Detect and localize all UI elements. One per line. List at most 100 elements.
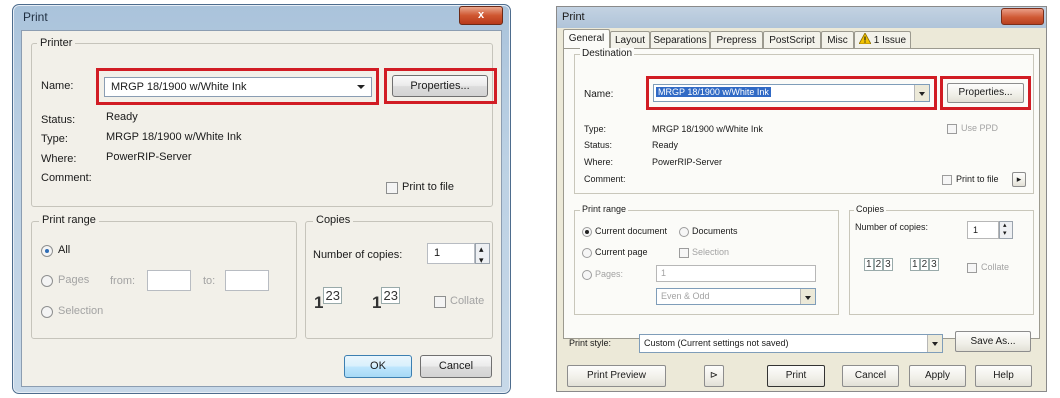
status-label: Status: bbox=[584, 140, 613, 150]
print-preview-button-label: Print Preview bbox=[587, 370, 646, 381]
copies-spinner[interactable]: ▴ ▾ bbox=[999, 221, 1013, 239]
selection-label: Selection bbox=[692, 247, 730, 257]
print-button[interactable]: Print bbox=[767, 365, 825, 387]
preview-toggle-button[interactable]: ⊳ bbox=[704, 365, 724, 387]
properties-button[interactable]: Properties... bbox=[392, 75, 488, 97]
cancel-button-label: Cancel bbox=[854, 370, 887, 381]
help-button-label: Help bbox=[993, 370, 1014, 381]
where-label: Where: bbox=[41, 153, 77, 165]
print-button-label: Print bbox=[785, 370, 807, 381]
to-page-input[interactable] bbox=[225, 270, 269, 291]
copies-value: 1 bbox=[973, 225, 979, 235]
print-preview-button[interactable]: Print Preview bbox=[567, 365, 666, 387]
selection-label: Selection bbox=[58, 305, 104, 317]
dialog-title: Print bbox=[562, 11, 585, 23]
properties-button[interactable]: Properties... bbox=[947, 83, 1024, 103]
pages-radio[interactable] bbox=[582, 270, 592, 280]
copies-input[interactable]: 1 bbox=[967, 221, 999, 239]
where-value: PowerRIP-Server bbox=[652, 157, 723, 167]
pages-label: Pages: bbox=[595, 269, 624, 279]
arrow-right-icon: ▸ bbox=[1016, 174, 1022, 184]
status-value: Ready bbox=[106, 111, 138, 123]
copies-input[interactable]: 1 bbox=[427, 243, 475, 264]
dropdown-arrow-icon bbox=[357, 85, 365, 89]
copies-value: 1 bbox=[434, 247, 441, 259]
printer-name-value: MRGP 18/1900 w/White Ink bbox=[656, 87, 771, 97]
cancel-button-label: Cancel bbox=[438, 360, 474, 372]
printer-name-select[interactable]: MRGP 18/1900 w/White Ink bbox=[104, 77, 372, 97]
pages-radio[interactable] bbox=[41, 275, 53, 287]
pages-value: 1 bbox=[661, 268, 667, 278]
all-radio[interactable] bbox=[41, 245, 53, 257]
comment-label: Comment: bbox=[584, 174, 626, 184]
print-range-label: Print range bbox=[39, 214, 99, 226]
number-of-copies-label: Number of copies: bbox=[855, 222, 929, 232]
cancel-button[interactable]: Cancel bbox=[842, 365, 899, 387]
type-value: MRGP 18/1900 w/White Ink bbox=[652, 124, 763, 134]
use-ppd-checkbox[interactable] bbox=[947, 124, 957, 134]
comment-label: Comment: bbox=[41, 172, 92, 184]
print-to-file-label: Print to file bbox=[956, 174, 999, 184]
copies-label: Copies bbox=[313, 214, 354, 226]
collate-pages-icon: 123 bbox=[372, 287, 400, 312]
collate-pages-icon: 123 bbox=[314, 287, 342, 312]
printer-name-select[interactable]: MRGP 18/1900 w/White Ink bbox=[653, 84, 930, 102]
current-page-label: Current page bbox=[595, 247, 648, 257]
spin-arrows-icon: ▴ ▾ bbox=[479, 244, 484, 265]
current-page-radio[interactable] bbox=[582, 248, 592, 258]
collate-label: Collate bbox=[450, 295, 485, 307]
print-to-file-checkbox[interactable] bbox=[386, 182, 398, 194]
number-of-copies-label: Number of copies: bbox=[313, 249, 403, 261]
type-label: Type: bbox=[41, 133, 68, 145]
status-value: Ready bbox=[652, 140, 679, 150]
ok-button[interactable]: OK bbox=[344, 355, 412, 378]
type-value: MRGP 18/1900 w/White Ink bbox=[106, 131, 242, 143]
documents-label: Documents bbox=[692, 226, 738, 236]
from-label: from: bbox=[110, 275, 136, 287]
copies-spinner[interactable]: ▴ ▾ bbox=[475, 243, 490, 265]
tab-general[interactable]: General bbox=[563, 29, 610, 50]
print-dialog-classic: Print General Layout Separations Prepres… bbox=[556, 6, 1047, 392]
selection-checkbox[interactable] bbox=[679, 248, 689, 258]
use-ppd-label: Use PPD bbox=[961, 123, 999, 133]
help-button[interactable]: Help bbox=[975, 365, 1032, 387]
to-label: to: bbox=[203, 275, 216, 287]
name-label: Name: bbox=[41, 80, 74, 92]
save-as-button-label: Save As... bbox=[970, 336, 1016, 347]
close-button[interactable]: x bbox=[459, 6, 503, 25]
title-bar bbox=[557, 7, 1046, 28]
save-as-button[interactable]: Save As... bbox=[955, 331, 1031, 352]
print-to-file-options-button[interactable]: ▸ bbox=[1012, 172, 1026, 187]
printer-group-label: Printer bbox=[37, 37, 76, 49]
print-to-file-checkbox[interactable] bbox=[942, 175, 952, 185]
where-label: Where: bbox=[584, 157, 614, 167]
copies-label: Copies bbox=[854, 204, 887, 214]
destination-label: Destination bbox=[580, 48, 635, 59]
print-to-file-label: Print to file bbox=[402, 181, 454, 193]
print-dialog-vista: Print x Printer Name: MRGP 18/1900 w/Whi… bbox=[12, 4, 511, 394]
collate-label: Collate bbox=[981, 262, 1010, 272]
spin-arrows-icon: ▴ ▾ bbox=[1003, 222, 1007, 237]
documents-radio[interactable] bbox=[679, 227, 689, 237]
even-odd-value: Even & Odd bbox=[661, 291, 710, 301]
close-button[interactable] bbox=[1001, 8, 1044, 25]
properties-button-label: Properties... bbox=[958, 87, 1013, 98]
even-odd-select[interactable]: Even & Odd bbox=[656, 288, 816, 305]
where-value: PowerRIP-Server bbox=[106, 151, 192, 163]
pages-input[interactable]: 1 bbox=[656, 265, 816, 282]
collate-checkbox[interactable] bbox=[967, 263, 977, 273]
apply-button[interactable]: Apply bbox=[909, 365, 966, 387]
print-style-select[interactable]: Custom (Current settings not saved) bbox=[639, 334, 943, 353]
collate-pages-icon: 123 bbox=[910, 258, 939, 271]
general-tab-page: Destination Name: MRGP 18/1900 w/White I… bbox=[563, 48, 1040, 339]
current-document-radio[interactable] bbox=[582, 227, 592, 237]
cancel-button[interactable]: Cancel bbox=[420, 355, 492, 378]
from-page-input[interactable] bbox=[147, 270, 191, 291]
pages-label: Pages bbox=[58, 274, 90, 286]
selection-radio[interactable] bbox=[41, 306, 53, 318]
copies-group bbox=[305, 221, 493, 339]
dropdown-arrow-icon bbox=[927, 335, 942, 352]
dropdown-arrow-icon bbox=[914, 85, 929, 101]
print-style-value: Custom (Current settings not saved) bbox=[644, 338, 789, 348]
collate-checkbox[interactable] bbox=[434, 296, 446, 308]
